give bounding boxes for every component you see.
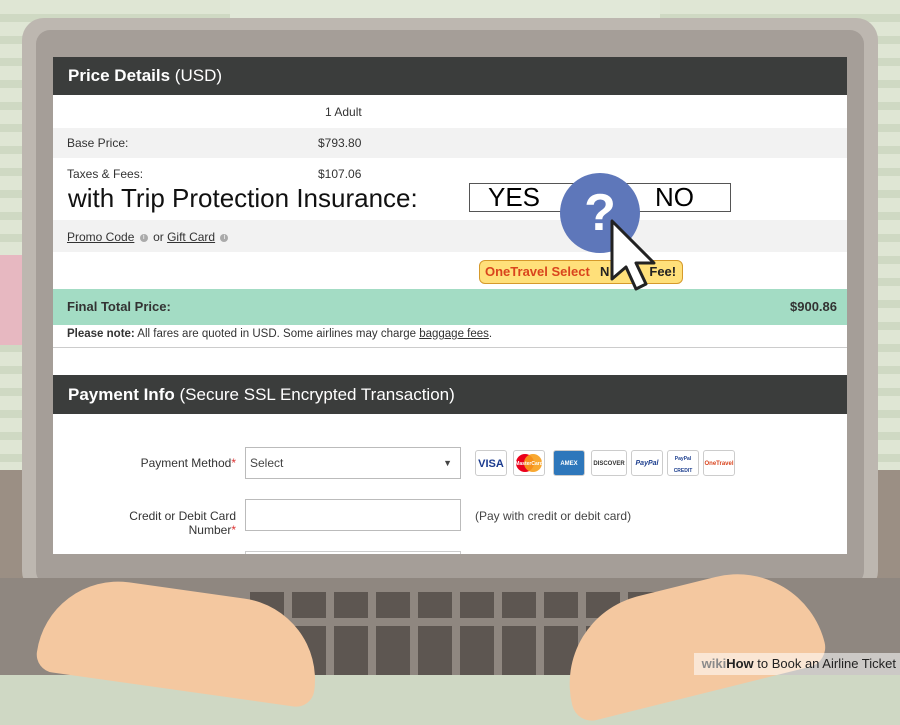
gift-card-info-icon[interactable]: i [220, 233, 229, 242]
taxes-label: Taxes & Fees: [67, 167, 144, 181]
or-text: or [153, 230, 164, 244]
payment-method-value: Select [250, 456, 284, 470]
paypal-icon: PayPal [631, 450, 663, 476]
note-row: Please note: All fares are quoted in USD… [67, 328, 493, 340]
base-price-label: Base Price: [67, 136, 129, 150]
visa-icon: VISA [475, 450, 507, 476]
onetravel-select-brand: OneTravel Select [485, 264, 590, 279]
mouse-cursor-icon [610, 219, 656, 291]
final-total-label: Final Total Price: [67, 299, 171, 314]
gift-card-link[interactable]: Gift Card [167, 230, 215, 244]
taxes-value: $107.06 [318, 167, 362, 181]
card-number-label: Credit or Debit Card Number* [129, 509, 236, 537]
browser-screen: Price Details (USD) 1 Adult Base Price: … [53, 57, 847, 554]
onetravel-icon: OneTravel [703, 450, 735, 476]
payment-method-select[interactable]: Select ▼ [245, 447, 461, 479]
passenger-row: 1 Adult [53, 95, 847, 128]
wikihow-watermark: wikiHow to Book an Airline Ticket [693, 653, 900, 675]
next-field-input[interactable] [245, 551, 461, 554]
base-price-value: $793.80 [318, 136, 362, 150]
mastercard-icon: MasterCard [513, 450, 545, 476]
amex-icon: AMEX [553, 450, 585, 476]
trip-protection-text: with Trip Protection Insurance: [68, 183, 418, 213]
final-total-row: Final Total Price: $900.86 [53, 289, 847, 325]
baggage-fees-link[interactable]: baggage fees [419, 328, 489, 340]
promo-code-link[interactable]: Promo Code [67, 230, 134, 244]
promo-info-icon[interactable]: i [139, 233, 148, 242]
promo-row: Promo Code i or Gift Card i [53, 220, 847, 252]
base-price-row: Base Price: $793.80 [53, 128, 847, 158]
paypal-credit-icon: PayPal CREDIT [667, 450, 699, 476]
payment-info-subtitle: (Secure SSL Encrypted Transaction) [179, 385, 455, 404]
svg-text:MasterCard: MasterCard [515, 461, 543, 467]
card-number-input[interactable] [245, 499, 461, 531]
payment-info-title: Payment Info [68, 385, 175, 404]
note-text: All fares are quoted in USD. Some airlin… [134, 328, 420, 340]
passenger-count: 1 Adult [325, 105, 362, 119]
trip-protection-yes[interactable]: YES [488, 182, 540, 213]
price-details-header: Price Details (USD) [53, 57, 847, 95]
card-hint: (Pay with credit or debit card) [475, 509, 632, 523]
chevron-down-icon: ▼ [443, 458, 452, 468]
note-bold: Please note: [67, 328, 135, 340]
trip-protection-no[interactable]: NO [655, 182, 694, 213]
divider [53, 347, 847, 348]
price-details-title: Price Details [68, 66, 171, 85]
final-total-value: $900.86 [790, 299, 837, 314]
payment-info-header: Payment Info (Secure SSL Encrypted Trans… [53, 375, 847, 414]
price-details-currency: (USD) [174, 66, 223, 85]
discover-icon: DISCOVER [591, 450, 627, 476]
payment-method-label: Payment Method* [140, 456, 236, 470]
